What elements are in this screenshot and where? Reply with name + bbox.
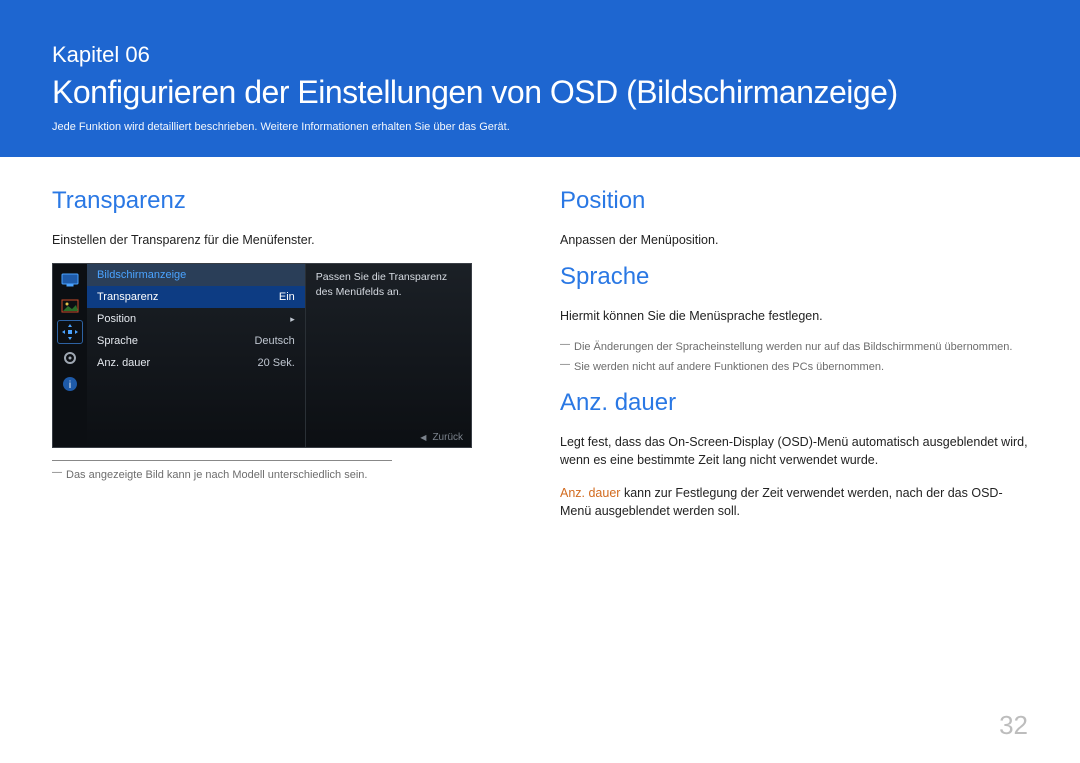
page-subtitle: Jede Funktion wird detailliert beschrieb… (52, 121, 1028, 133)
heading-sprache: Sprache (560, 263, 1028, 291)
position-desc: Anpassen der Menüposition. (560, 231, 1028, 249)
right-column: Position Anpassen der Menüposition. Spra… (560, 187, 1028, 534)
display-icon (57, 268, 83, 292)
info-icon: i (57, 372, 83, 396)
page-number: 32 (999, 710, 1028, 741)
gear-icon (57, 346, 83, 370)
left-column: Transparenz Einstellen der Transparenz f… (52, 187, 520, 534)
anzdauer-label: Anz. dauer (560, 486, 620, 500)
osd-row-label: Sprache (97, 335, 138, 347)
chapter-label: Kapitel 06 (52, 42, 1028, 68)
osd-main: Bildschirmanzeige Transparenz Ein Positi… (87, 264, 471, 447)
osd-row-anzdauer[interactable]: Anz. dauer 20 Sek. (87, 352, 305, 374)
divider (52, 460, 392, 461)
image-footnote: Das angezeigte Bild kann je nach Modell … (52, 467, 520, 484)
anzdauer-desc2: Anz. dauer kann zur Festlegung der Zeit … (560, 484, 1028, 520)
osd-row-label: Position (97, 313, 136, 325)
move-icon (57, 320, 83, 344)
anzdauer-desc2-text: kann zur Festlegung der Zeit verwendet w… (560, 486, 1003, 518)
svg-text:i: i (69, 380, 71, 391)
osd-row-label: Transparenz (97, 291, 158, 303)
sprache-note2: Sie werden nicht auf andere Funktionen d… (560, 359, 1028, 376)
osd-list: Bildschirmanzeige Transparenz Ein Positi… (87, 264, 305, 447)
sprache-desc: Hiermit können Sie die Menüsprache festl… (560, 307, 1028, 325)
osd-row-label: Anz. dauer (97, 357, 150, 369)
chapter-banner: Kapitel 06 Konfigurieren der Einstellung… (0, 0, 1080, 157)
heading-transparenz: Transparenz (52, 187, 520, 215)
page-title: Konfigurieren der Einstellungen von OSD … (52, 74, 1028, 111)
osd-list-header: Bildschirmanzeige (87, 264, 305, 286)
picture-icon (57, 294, 83, 318)
heading-anzdauer: Anz. dauer (560, 389, 1028, 417)
chevron-right-icon: ▸ (290, 314, 295, 325)
osd-row-value: Ein (279, 291, 295, 303)
anzdauer-desc1: Legt fest, dass das On-Screen-Display (O… (560, 433, 1028, 469)
osd-back-label: Zurück (432, 432, 463, 443)
osd-screenshot: i Bildschirmanzeige Transparenz Ein Posi… (52, 263, 472, 448)
osd-row-position[interactable]: Position ▸ (87, 308, 305, 330)
osd-footer: ◀ Zurück (420, 432, 463, 443)
page-body: Transparenz Einstellen der Transparenz f… (0, 157, 1080, 534)
heading-position: Position (560, 187, 1028, 215)
osd-sidebar: i (53, 264, 87, 447)
sprache-note1: Die Änderungen der Spracheinstellung wer… (560, 339, 1028, 356)
osd-row-sprache[interactable]: Sprache Deutsch (87, 330, 305, 352)
transparenz-desc: Einstellen der Transparenz für die Menüf… (52, 231, 520, 249)
osd-row-value: 20 Sek. (257, 357, 294, 369)
triangle-left-icon: ◀ (420, 433, 426, 442)
osd-description: Passen Sie die Transparenz des Menüfelds… (305, 264, 471, 447)
osd-row-value: Deutsch (254, 335, 294, 347)
osd-row-transparenz[interactable]: Transparenz Ein (87, 286, 305, 308)
